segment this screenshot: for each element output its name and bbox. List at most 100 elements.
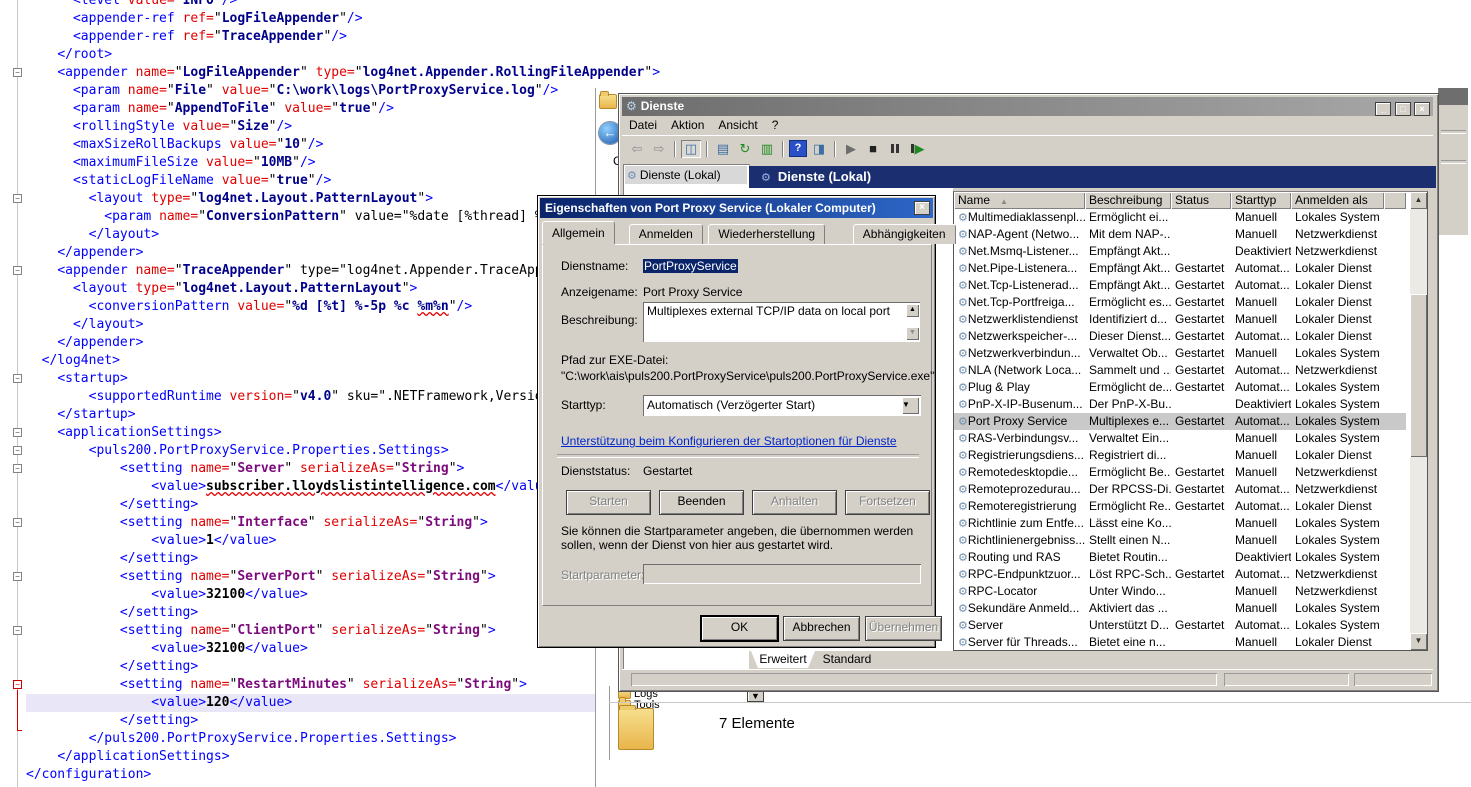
menu-item-help[interactable]: ? <box>765 116 786 134</box>
startoptionen-help-link[interactable]: Unterstützung beim Konfigurieren der Sta… <box>561 434 897 448</box>
fold-collapse-icon[interactable]: − <box>13 68 22 77</box>
scroll-down-icon[interactable]: ▼ <box>1410 633 1427 650</box>
ok-button[interactable]: OK <box>701 616 778 641</box>
code-line[interactable]: <level value="INFO"/> <box>26 0 1471 10</box>
table-row[interactable]: ⚙NLA (Network Loca...Sammelt und ...Gest… <box>954 362 1406 379</box>
export-list-icon[interactable]: ▥ <box>757 140 777 158</box>
start-service-icon[interactable]: ▶ <box>841 140 861 158</box>
view-tab-strip[interactable]: ErweitertStandard <box>622 651 1433 669</box>
scroll-down-icon[interactable]: ▼ <box>906 327 919 340</box>
vertical-scrollbar[interactable]: ▲ ▼ <box>1410 192 1427 650</box>
fold-collapse-icon[interactable]: − <box>13 680 22 689</box>
menu-item-aktion[interactable]: Aktion <box>664 116 711 134</box>
table-row[interactable]: ⚙Port Proxy ServiceMultiplexes e...Gesta… <box>954 413 1406 430</box>
table-row[interactable]: ⚙RPC-Endpunktzuor...Löst RPC-Sch...Gesta… <box>954 566 1406 583</box>
table-row[interactable]: ⚙NetzwerklistendienstIdentifiziert d...G… <box>954 311 1406 328</box>
table-row[interactable]: ⚙Multimediaklassenpl...Ermöglicht ei...M… <box>954 209 1406 226</box>
code-line[interactable]: <appender name="LogFileAppender" type="l… <box>26 64 1471 82</box>
table-row[interactable]: ⚙RemoteregistrierungErmöglicht Re...Gest… <box>954 498 1406 515</box>
table-row[interactable]: ⚙Plug & PlayErmöglicht de...GestartetAut… <box>954 379 1406 396</box>
column-header-status[interactable]: Status <box>1171 192 1231 209</box>
menu-item-datei[interactable]: Datei <box>622 116 664 134</box>
startparameter-input[interactable] <box>643 564 921 584</box>
code-line[interactable]: <appender-ref ref="TraceAppender"/> <box>26 28 1471 46</box>
table-row[interactable]: ⚙Net.Tcp-Listenerad...Empfängt Akt...Ges… <box>954 277 1406 294</box>
table-row[interactable]: ⚙Net.Tcp-Portfreiga...Ermöglicht es...Ge… <box>954 294 1406 311</box>
code-line[interactable]: <appender-ref ref="LogFileAppender"/> <box>26 10 1471 28</box>
help-icon[interactable]: ? <box>789 140 807 157</box>
fold-collapse-icon[interactable]: − <box>13 266 22 275</box>
view-tab-erweitert[interactable]: Erweitert <box>751 651 815 668</box>
tab-abhangigkeiten[interactable]: Abhängigkeiten <box>853 224 956 244</box>
table-row[interactable]: ⚙NAP-Agent (Netwo...Mit dem NAP-...Manue… <box>954 226 1406 243</box>
column-header-name[interactable]: Name▲ <box>954 192 1085 209</box>
refresh-icon[interactable]: ↻ <box>735 140 755 158</box>
table-row[interactable]: ⚙RPC-LocatorUnter Windo...ManuellNetzwer… <box>954 583 1406 600</box>
minimize-button[interactable]: _ <box>1375 102 1391 116</box>
table-row[interactable]: ⚙Richtlinienergebniss...Stellt einen N..… <box>954 532 1406 549</box>
fold-collapse-icon[interactable]: − <box>13 464 22 473</box>
table-row[interactable]: ⚙Richtlinie zum Entfe...Lässt eine Ko...… <box>954 515 1406 532</box>
fold-collapse-icon[interactable]: − <box>13 194 22 203</box>
properties-icon[interactable]: ▤ <box>713 140 733 158</box>
forward-icon[interactable]: ⇨ <box>649 140 669 158</box>
beschreibung-field[interactable]: Multiplexes external TCP/IP data on loca… <box>643 302 920 342</box>
chevron-down-icon[interactable]: ▼ <box>902 397 919 414</box>
menu-item-ansicht[interactable]: Ansicht <box>711 116 764 134</box>
table-body[interactable]: ⚙Multimediaklassenpl...Ermöglicht ei...M… <box>954 209 1406 651</box>
table-row[interactable]: ⚙Server für Threads...Bietet eine n...Ma… <box>954 634 1406 651</box>
fold-collapse-icon[interactable]: − <box>13 626 22 635</box>
scroll-up-icon[interactable]: ▲ <box>906 304 919 317</box>
column-header-filler[interactable] <box>1384 192 1406 209</box>
pause-service-icon[interactable] <box>885 140 905 158</box>
code-line[interactable]: <value>120</value> <box>26 694 595 712</box>
table-row[interactable]: ⚙Remoteprozedurau...Der RPCSS-Di...Gesta… <box>954 481 1406 498</box>
maximize-button[interactable]: □ <box>1395 102 1411 116</box>
tree-item-dienste-lokal[interactable]: ⚙Dienste (Lokal) <box>625 166 747 184</box>
toolbar[interactable]: ⇦⇨◫▤↻▥?◨▶■▶ <box>622 135 1433 161</box>
column-header-starttyp[interactable]: Starttyp <box>1231 192 1291 209</box>
table-row[interactable]: ⚙RAS-Verbindungsv...Verwaltet Ein...Manu… <box>954 430 1406 447</box>
table-row[interactable]: ⚙Net.Msmq-Listener...Empfängt Akt...Deak… <box>954 243 1406 260</box>
starten-button[interactable]: Starten <box>566 490 651 515</box>
fold-collapse-icon[interactable]: − <box>13 428 22 437</box>
column-header-beschreibung[interactable]: Beschreibung <box>1085 192 1171 209</box>
fold-collapse-icon[interactable]: − <box>13 518 22 527</box>
dialog-title-bar[interactable]: Eigenschaften von Port Proxy Service (Lo… <box>540 198 933 218</box>
starttyp-select[interactable]: Automatisch (Verzögerter Start) ▼ <box>643 395 921 416</box>
scrollbar-thumb[interactable] <box>1410 294 1427 457</box>
close-button[interactable]: × <box>1414 102 1430 116</box>
show-tree-icon[interactable]: ◫ <box>681 140 701 158</box>
view-tab-standard[interactable]: Standard <box>815 651 879 668</box>
abbrechen-button[interactable]: Abbrechen <box>783 616 860 641</box>
anhalten-button[interactable]: Anhalten <box>752 490 837 515</box>
fortsetzen-button[interactable]: Fortsetzen <box>845 490 930 515</box>
table-header[interactable]: Name▲BeschreibungStatusStarttypAnmelden … <box>954 192 1406 209</box>
tab-allgemein[interactable]: Allgemein <box>542 221 615 244</box>
show-extended-icon[interactable]: ◨ <box>809 140 829 158</box>
fold-collapse-icon[interactable]: − <box>13 446 22 455</box>
code-line[interactable]: </root> <box>26 46 1471 64</box>
scroll-up-icon[interactable]: ▲ <box>1410 192 1427 209</box>
column-header-anmelden-als[interactable]: Anmelden als <box>1291 192 1384 209</box>
services-title-bar[interactable]: ⚙Dienste _ □ × <box>622 97 1433 116</box>
dienstname-value[interactable]: PortProxyService <box>643 259 738 273</box>
menu-bar[interactable]: DateiAktionAnsicht? <box>622 116 1433 135</box>
uebernehmen-button[interactable]: Übernehmen <box>865 616 942 641</box>
fold-collapse-icon[interactable]: − <box>13 572 22 581</box>
tab-anmelden[interactable]: Anmelden <box>629 224 703 244</box>
table-row[interactable]: ⚙Net.Pipe-Listenera...Empfängt Akt...Ges… <box>954 260 1406 277</box>
stop-service-icon[interactable]: ■ <box>863 140 883 158</box>
table-row[interactable]: ⚙PnP-X-IP-Busenum...Der PnP-X-Bu...Deakt… <box>954 396 1406 413</box>
table-row[interactable]: ⚙Remotedesktopdie...Ermöglicht Be...Gest… <box>954 464 1406 481</box>
table-row[interactable]: ⚙Netzwerkspeicher-...Dieser Dienst...Ges… <box>954 328 1406 345</box>
restart-service-icon[interactable]: ▶ <box>907 140 927 158</box>
back-icon[interactable]: ⇦ <box>627 140 647 158</box>
close-icon[interactable]: × <box>914 201 930 215</box>
table-row[interactable]: ⚙Registrierungsdiens...Registriert di...… <box>954 447 1406 464</box>
table-row[interactable]: ⚙Sekundäre Anmeld...Aktiviert das ...Man… <box>954 600 1406 617</box>
beenden-button[interactable]: Beenden <box>659 490 744 515</box>
services-list[interactable]: Name▲BeschreibungStatusStarttypAnmelden … <box>953 191 1428 651</box>
table-row[interactable]: ⚙ServerUnterstützt D...GestartetAutomat.… <box>954 617 1406 634</box>
table-row[interactable]: ⚙Netzwerkverbindun...Verwaltet Ob...Gest… <box>954 345 1406 362</box>
